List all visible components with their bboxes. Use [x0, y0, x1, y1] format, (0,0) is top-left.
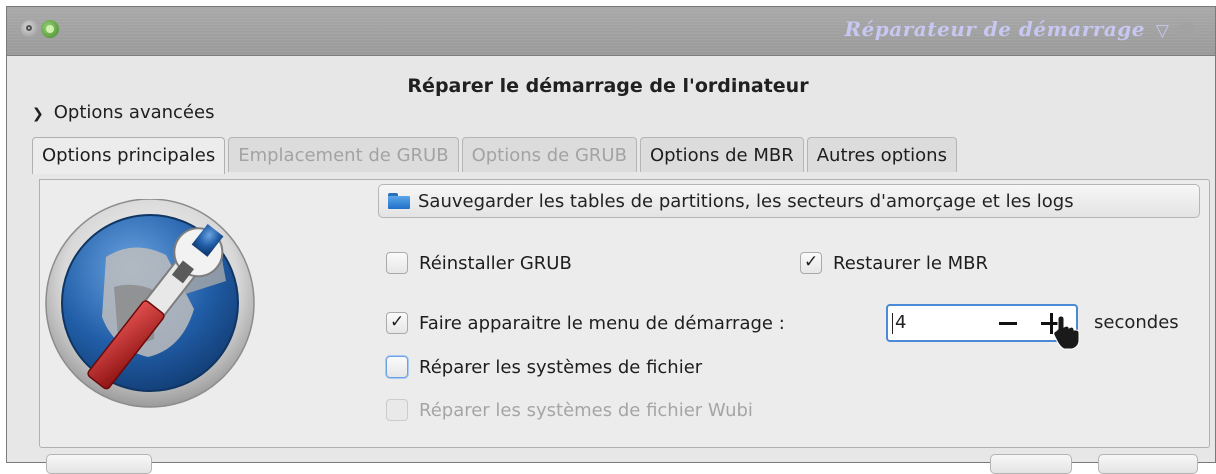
decrement-icon[interactable] — [996, 314, 1020, 334]
show-boot-menu-checkbox-box[interactable] — [386, 312, 408, 334]
bottom-apply-button[interactable] — [990, 454, 1072, 474]
save-partition-tables-button[interactable]: Sauvegarder les tables de partitions, le… — [378, 184, 1200, 218]
tab-bar: Options principales Emplacement de GRUB … — [32, 137, 960, 174]
tab-grub-options: Options de GRUB — [461, 137, 637, 172]
repair-wubi-label: Réparer les systèmes de fichier Wubi — [419, 399, 753, 421]
titlebar: Réparateur de démarrage ▽ — [7, 7, 1215, 56]
window-title: Réparateur de démarrage — [844, 17, 1145, 41]
expander-label: Options avancées — [53, 102, 215, 123]
repair-wubi-filesystems-checkbox: Réparer les systèmes de fichier Wubi — [386, 399, 753, 421]
repair-filesystems-checkbox[interactable]: Réparer les systèmes de fichier — [386, 356, 702, 378]
folder-icon — [388, 193, 410, 209]
reinstall-grub-checkbox-box[interactable] — [386, 252, 408, 274]
reinstall-grub-checkbox[interactable]: Réinstaller GRUB — [386, 252, 572, 274]
sticky-icon[interactable] — [41, 20, 59, 38]
boot-repair-logo-icon — [45, 199, 255, 408]
advanced-options-expander[interactable]: ❯ Options avancées — [32, 102, 214, 123]
chevron-down-icon: ❯ — [32, 106, 44, 122]
restore-mbr-checkbox-box[interactable] — [800, 252, 822, 274]
restore-mbr-checkbox[interactable]: Restaurer le MBR — [800, 252, 988, 274]
restore-mbr-label: Restaurer le MBR — [833, 252, 989, 274]
repair-filesystems-checkbox-box[interactable] — [386, 356, 408, 378]
window-menu-icon[interactable] — [21, 20, 39, 38]
close-icon[interactable] — [1179, 22, 1195, 38]
tab-mbr-options[interactable]: Options de MBR — [639, 137, 804, 172]
shade-icon[interactable]: ▽ — [1156, 21, 1169, 41]
bottom-close-button[interactable] — [1098, 454, 1198, 474]
repair-filesystems-label: Réparer les systèmes de fichier — [419, 356, 703, 378]
reinstall-grub-label: Réinstaller GRUB — [419, 252, 572, 274]
save-button-label: Sauvegarder les tables de partitions, le… — [418, 190, 1074, 212]
repair-wubi-checkbox-box — [386, 399, 408, 421]
page-title: Réparer le démarrage de l'ordinateur — [407, 75, 809, 97]
menu-timeout-value[interactable]: 4 — [891, 312, 906, 334]
tab-main-options[interactable]: Options principales — [32, 137, 226, 174]
show-boot-menu-label: Faire apparaitre le menu de démarrage : — [419, 312, 785, 334]
show-boot-menu-checkbox[interactable]: Faire apparaitre le menu de démarrage : — [386, 312, 785, 334]
tab-other-options[interactable]: Autres options — [806, 137, 957, 172]
tab-grub-location: Emplacement de GRUB — [228, 137, 459, 172]
menu-timeout-spinbox[interactable]: 4 — [886, 304, 1078, 342]
mouse-pointer-icon — [1053, 315, 1080, 350]
bottom-left-button[interactable] — [46, 454, 152, 474]
seconds-unit-label: secondes — [1094, 312, 1179, 333]
